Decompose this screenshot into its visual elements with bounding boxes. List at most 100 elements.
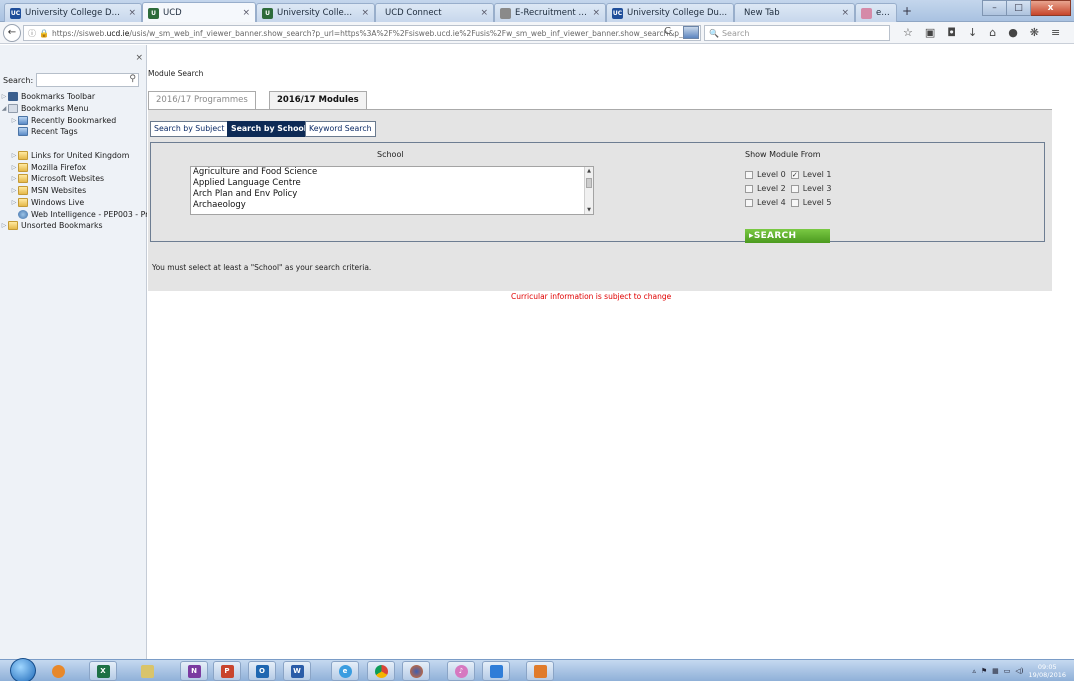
close-icon[interactable]: ×	[480, 8, 488, 18]
level-1-option[interactable]: ✓ Level 1	[790, 170, 832, 179]
close-icon[interactable]: ×	[592, 8, 600, 18]
scroll-thumb[interactable]	[586, 178, 592, 188]
new-tab-button[interactable]: +	[899, 4, 915, 20]
level-0-checkbox[interactable]	[745, 170, 753, 179]
back-arrow-icon[interactable]: ←	[3, 24, 21, 42]
tab-8[interactable]: everydayhero: UCD 10...	[855, 3, 897, 22]
star-icon[interactable]: ☆	[903, 26, 913, 39]
taskbar-powerpoint[interactable]: P	[213, 661, 241, 681]
level-3-checkbox[interactable]	[790, 184, 799, 193]
network-icon[interactable]: ▦	[992, 667, 999, 675]
close-icon[interactable]: ×	[841, 8, 849, 18]
sidebar-search-input[interactable]: ⚲	[36, 73, 139, 87]
taskbar-java[interactable]	[526, 661, 554, 681]
clock[interactable]: 09:05 19/08/2016	[1029, 663, 1066, 679]
bookmark-item[interactable]: ▷ Unsorted Bookmarks	[0, 220, 147, 232]
expand-arrow-icon[interactable]: ▷	[10, 199, 18, 206]
tab-programmes[interactable]: 2016/17 Programmes	[148, 91, 256, 109]
flag-icon[interactable]: ⚑	[981, 667, 987, 675]
volume-icon[interactable]: ◁)	[1015, 667, 1023, 675]
expand-arrow-icon[interactable]: ▷	[10, 152, 18, 159]
listbox-scrollbar[interactable]: ▲ ▼	[584, 167, 593, 214]
close-icon[interactable]: ×	[135, 53, 143, 63]
keyword-search-button[interactable]: Keyword Search	[305, 121, 376, 137]
level-4-checkbox[interactable]	[745, 198, 753, 207]
tab-4[interactable]: UCD Connect ×	[375, 3, 494, 22]
bookmark-item[interactable]: ▷ Bookmarks Toolbar	[0, 91, 147, 103]
taskbar-onenote[interactable]: N	[180, 661, 208, 681]
school-option[interactable]: Agriculture and Food Science	[191, 167, 593, 178]
bookmark-item[interactable]: ▷ MSN Websites	[0, 185, 147, 197]
level-2-checkbox[interactable]	[745, 184, 753, 193]
maximize-icon[interactable]: □	[1007, 0, 1031, 16]
tray-arrow-icon[interactable]: ▵	[972, 667, 976, 675]
tab-1[interactable]: UC University College Du... ×	[4, 3, 142, 22]
expand-arrow-icon[interactable]: ▷	[10, 175, 18, 182]
extension-icon[interactable]: ❋	[1030, 26, 1039, 39]
expand-arrow-icon[interactable]: ▷	[0, 93, 8, 100]
expand-arrow-icon[interactable]: ▷	[10, 187, 18, 194]
level-5-option[interactable]: Level 5	[790, 198, 832, 207]
taskbar-ie[interactable]: e	[331, 661, 359, 681]
chat-icon[interactable]: ●	[1008, 26, 1018, 39]
tab-7[interactable]: New Tab ×	[734, 3, 855, 22]
close-icon[interactable]: ×	[242, 8, 250, 18]
expand-arrow-icon[interactable]: ▷	[10, 117, 18, 124]
taskbar-chrome[interactable]	[367, 661, 395, 681]
taskbar-security[interactable]	[482, 661, 510, 681]
taskbar-firefox[interactable]	[402, 661, 430, 681]
level-0-option[interactable]: Level 0	[745, 170, 786, 179]
tab-6[interactable]: UC University College Du...	[606, 3, 734, 22]
school-option[interactable]: Arch Plan and Env Policy	[191, 189, 593, 200]
school-listbox[interactable]: Agriculture and Food Science Applied Lan…	[190, 166, 594, 215]
download-icon[interactable]: ↓	[968, 26, 977, 39]
bookmark-item[interactable]: ▷ Windows Live	[0, 197, 147, 209]
expand-arrow-icon[interactable]: ▷	[10, 164, 18, 171]
reload-icon[interactable]: C	[664, 26, 671, 37]
window-close-icon[interactable]: x	[1031, 0, 1071, 16]
bookmark-item[interactable]: ▷ Mozilla Firefox	[0, 161, 147, 173]
display-icon[interactable]: ▭	[1004, 667, 1011, 675]
menu-icon[interactable]: ≡	[1051, 26, 1060, 39]
reader-view-icon[interactable]	[683, 26, 699, 39]
level-3-option[interactable]: Level 3	[790, 184, 832, 193]
bookmark-item[interactable]: Web Intelligence - PEP003 - Pr...	[0, 208, 147, 220]
bookmark-item[interactable]: ◢ Bookmarks Menu	[0, 103, 147, 115]
scroll-up-icon[interactable]: ▲	[585, 168, 593, 174]
taskbar-word[interactable]: W	[283, 661, 311, 681]
tab-modules[interactable]: 2016/17 Modules	[269, 91, 367, 109]
level-2-option[interactable]: Level 2	[745, 184, 786, 193]
bookmark-item[interactable]: ▷ Recently Bookmarked	[0, 114, 147, 126]
school-option[interactable]: Archaeology	[191, 200, 593, 211]
taskbar-outlook[interactable]: O	[248, 661, 276, 681]
expand-arrow-icon[interactable]: ◢	[0, 105, 8, 112]
level-1-checkbox[interactable]: ✓	[790, 170, 799, 179]
level-4-option[interactable]: Level 4	[745, 198, 786, 207]
bookmark-item[interactable]: ▷ Microsoft Websites	[0, 173, 147, 185]
scroll-down-icon[interactable]: ▼	[585, 207, 593, 213]
bookmarks-icon[interactable]: ▣	[925, 26, 935, 39]
url-bar[interactable]: ⓘ 🔒 https://sisweb.ucd.ie/usis/w_sm_web_…	[23, 25, 701, 41]
taskbar-ie-pinned[interactable]	[48, 661, 68, 681]
tab-5[interactable]: E-Recruitment | Core ... ×	[494, 3, 606, 22]
search-bar[interactable]: 🔍 Search	[704, 25, 890, 41]
taskbar-excel[interactable]: X	[89, 661, 117, 681]
taskbar-files[interactable]	[133, 661, 161, 681]
bookmark-item[interactable]: ▷ Links for United Kingdom	[0, 150, 147, 162]
school-option[interactable]: Applied Language Centre	[191, 178, 593, 189]
search-by-subject-button[interactable]: Search by Subject	[150, 121, 229, 137]
close-icon[interactable]: ×	[128, 8, 136, 18]
close-icon[interactable]: ×	[361, 8, 369, 18]
taskbar-itunes[interactable]: ♪	[447, 661, 475, 681]
start-button-icon[interactable]	[10, 658, 36, 681]
tab-3[interactable]: U University College Du... ×	[256, 3, 375, 22]
bookmark-item[interactable]: Recent Tags	[0, 126, 147, 138]
search-button[interactable]: ▸SEARCH	[745, 229, 830, 243]
pocket-icon[interactable]: ◘	[947, 26, 956, 39]
info-icon[interactable]: ⓘ	[28, 28, 36, 39]
minimize-icon[interactable]: –	[982, 0, 1007, 16]
expand-arrow-icon[interactable]: ▷	[0, 222, 8, 229]
home-icon[interactable]: ⌂	[989, 26, 996, 39]
level-5-checkbox[interactable]	[790, 198, 799, 207]
search-by-school-button[interactable]: Search by School	[227, 121, 311, 137]
